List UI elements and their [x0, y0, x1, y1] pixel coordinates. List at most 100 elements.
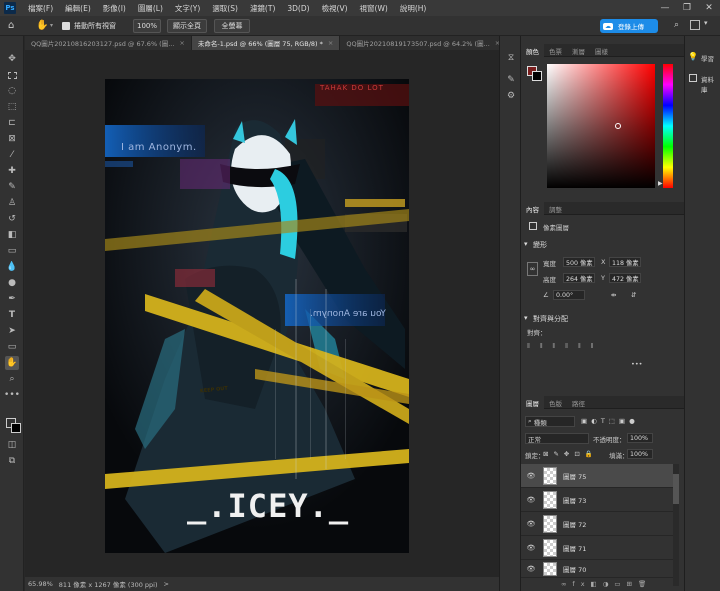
- eraser-tool-icon[interactable]: ◧: [5, 228, 19, 242]
- zoom-level[interactable]: 65.98%: [28, 580, 53, 588]
- pen-tool-icon[interactable]: ✒: [5, 292, 19, 306]
- lock-icons[interactable]: ⊠✎✥⊡🔒: [543, 450, 598, 458]
- move-tool-icon[interactable]: ✥: [5, 52, 19, 66]
- width-field[interactable]: 500 像素: [563, 257, 595, 267]
- layer-filter-select[interactable]: ⌕ 種類: [525, 416, 575, 427]
- tab-patterns[interactable]: 圖樣: [590, 44, 613, 57]
- workspace-icon[interactable]: [690, 20, 700, 30]
- cloud-upload-button[interactable]: ☁ 登錄上傳: [600, 19, 658, 33]
- background-color-swatch[interactable]: [532, 71, 542, 81]
- fill-screen-button[interactable]: 全螢幕: [214, 19, 250, 33]
- tab-layers[interactable]: 圖層: [521, 396, 544, 409]
- menu-view[interactable]: 檢視(V): [316, 3, 354, 14]
- more-options-icon[interactable]: •••: [631, 360, 643, 368]
- chevron-down-icon[interactable]: ▾: [704, 19, 708, 27]
- libraries-icon[interactable]: [689, 74, 697, 82]
- artwork-canvas[interactable]: I am Anonym. You are Anonym. TAHAK DO LO…: [105, 79, 409, 553]
- zoom-tool-icon[interactable]: ⌕: [5, 372, 19, 386]
- type-tool-icon[interactable]: T: [5, 308, 19, 322]
- hue-slider[interactable]: [663, 64, 673, 188]
- marquee-tool-icon[interactable]: [5, 68, 19, 82]
- layers-footer-icons[interactable]: ∞fx◧◑▭⊞🗑: [561, 580, 652, 588]
- brush-tool-icon[interactable]: ✎: [5, 180, 19, 194]
- tab-document-2[interactable]: 未命名-1.psd @ 66% (圖層 75, RGB/8) * ×: [191, 36, 341, 50]
- menu-image[interactable]: 影像(I): [97, 3, 132, 14]
- menu-file[interactable]: 檔案(F): [22, 3, 59, 14]
- visibility-eye-icon[interactable]: 👁: [525, 565, 537, 573]
- crop-tool-icon[interactable]: ⊏: [5, 116, 19, 130]
- gradient-tool-icon[interactable]: ▭: [5, 244, 19, 258]
- tab-channels[interactable]: 色版: [544, 396, 567, 409]
- adjustments-icon[interactable]: ⚙: [504, 90, 518, 102]
- menu-edit[interactable]: 編輯(E): [59, 3, 97, 14]
- healing-brush-tool-icon[interactable]: ✚: [5, 164, 19, 178]
- rectangle-tool-icon[interactable]: ▭: [5, 340, 19, 354]
- screen-mode-icon[interactable]: ⧉: [5, 454, 19, 468]
- maximize-button[interactable]: ❐: [676, 0, 698, 16]
- menu-window[interactable]: 視窗(W): [354, 3, 394, 14]
- tab-document-1[interactable]: QQ圖片20210816203127.psd @ 67.6% (圖... ×: [25, 36, 192, 50]
- y-field[interactable]: 472 像素: [609, 273, 641, 283]
- home-icon[interactable]: ⌂: [8, 20, 20, 32]
- close-button[interactable]: ✕: [698, 0, 720, 16]
- history-brush-tool-icon[interactable]: ↺: [5, 212, 19, 226]
- hand-tool-icon[interactable]: ✋: [5, 356, 19, 370]
- blur-tool-icon[interactable]: 💧: [5, 260, 19, 274]
- layer-row[interactable]: 👁 圖層 72: [521, 512, 673, 536]
- history-panel-icon[interactable]: ⧖: [504, 52, 518, 64]
- lasso-tool-icon[interactable]: ◌: [5, 84, 19, 98]
- search-icon[interactable]: ⌕: [674, 20, 679, 30]
- layer-row[interactable]: 👁 圖層 75: [521, 464, 673, 488]
- path-select-tool-icon[interactable]: ➤: [5, 324, 19, 338]
- scroll-all-checkbox[interactable]: [62, 22, 70, 30]
- link-icon[interactable]: ∞: [527, 262, 538, 276]
- layer-row[interactable]: 👁 圖層 70: [521, 560, 673, 578]
- brush-settings-icon[interactable]: ✎: [504, 74, 518, 86]
- fit-screen-button[interactable]: 顯示全頁: [167, 19, 207, 33]
- frame-tool-icon[interactable]: ⊠: [5, 132, 19, 146]
- align-buttons-row[interactable]: ⫴⫴⫴⫴⫴⫴: [527, 342, 603, 351]
- layer-filter-icons[interactable]: ▣◐T⬚▣●: [581, 417, 639, 425]
- opacity-field[interactable]: 100%: [627, 433, 653, 443]
- tab-swatches[interactable]: 色票: [544, 44, 567, 57]
- menu-select[interactable]: 選取(S): [206, 3, 244, 14]
- hue-slider-handle[interactable]: ▶: [658, 180, 663, 187]
- clone-stamp-tool-icon[interactable]: ♙: [5, 196, 19, 210]
- layer-row[interactable]: 👁 圖層 71: [521, 536, 673, 560]
- status-arrow-icon[interactable]: >: [164, 580, 169, 588]
- tab-adjustments[interactable]: 調整: [544, 202, 567, 215]
- layer-row[interactable]: 👁 圖層 73: [521, 488, 673, 512]
- flip-horizontal-icon[interactable]: ⇹: [611, 291, 616, 299]
- close-icon[interactable]: ×: [328, 39, 333, 47]
- close-icon[interactable]: ×: [179, 39, 184, 47]
- tab-color[interactable]: 顏色: [521, 44, 544, 57]
- libraries-label[interactable]: 資料庫: [701, 74, 720, 94]
- blend-mode-select[interactable]: 正常: [525, 433, 589, 444]
- menu-help[interactable]: 說明(H): [394, 3, 433, 14]
- visibility-eye-icon[interactable]: 👁: [525, 496, 537, 504]
- hand-tool-icon[interactable]: ✋: [36, 20, 48, 32]
- tab-document-3[interactable]: QQ圖片20210819173507.psd @ 64.2% (圖... ×: [340, 36, 508, 50]
- layers-scrollbar[interactable]: [673, 464, 679, 586]
- transform-chevron-icon[interactable]: ▾: [524, 240, 528, 248]
- x-field[interactable]: 118 像素: [609, 257, 641, 267]
- more-tools-icon[interactable]: •••: [4, 388, 20, 402]
- angle-field[interactable]: 0.00°: [553, 290, 585, 300]
- tab-properties[interactable]: 內容: [521, 202, 544, 215]
- chevron-down-icon[interactable]: ▾: [50, 22, 53, 29]
- background-color-swatch[interactable]: [11, 423, 21, 433]
- quick-mask-icon[interactable]: ◫: [5, 438, 19, 452]
- lightbulb-icon[interactable]: 💡: [688, 52, 698, 61]
- menu-3d[interactable]: 3D(D): [281, 4, 315, 13]
- fill-field[interactable]: 100%: [627, 449, 653, 459]
- flip-vertical-icon[interactable]: ⇵: [631, 291, 636, 299]
- menu-type[interactable]: 文字(Y): [169, 3, 206, 14]
- learn-label[interactable]: 學習: [701, 53, 714, 63]
- zoom-100-button[interactable]: 100%: [133, 19, 161, 33]
- eyedropper-tool-icon[interactable]: ⁄: [5, 148, 19, 162]
- color-picker-field[interactable]: [547, 64, 655, 188]
- visibility-eye-icon[interactable]: 👁: [525, 472, 537, 480]
- menu-filter[interactable]: 濾鏡(T): [244, 3, 281, 14]
- tab-gradients[interactable]: 漸層: [567, 44, 590, 57]
- color-picker-marker[interactable]: [615, 123, 621, 129]
